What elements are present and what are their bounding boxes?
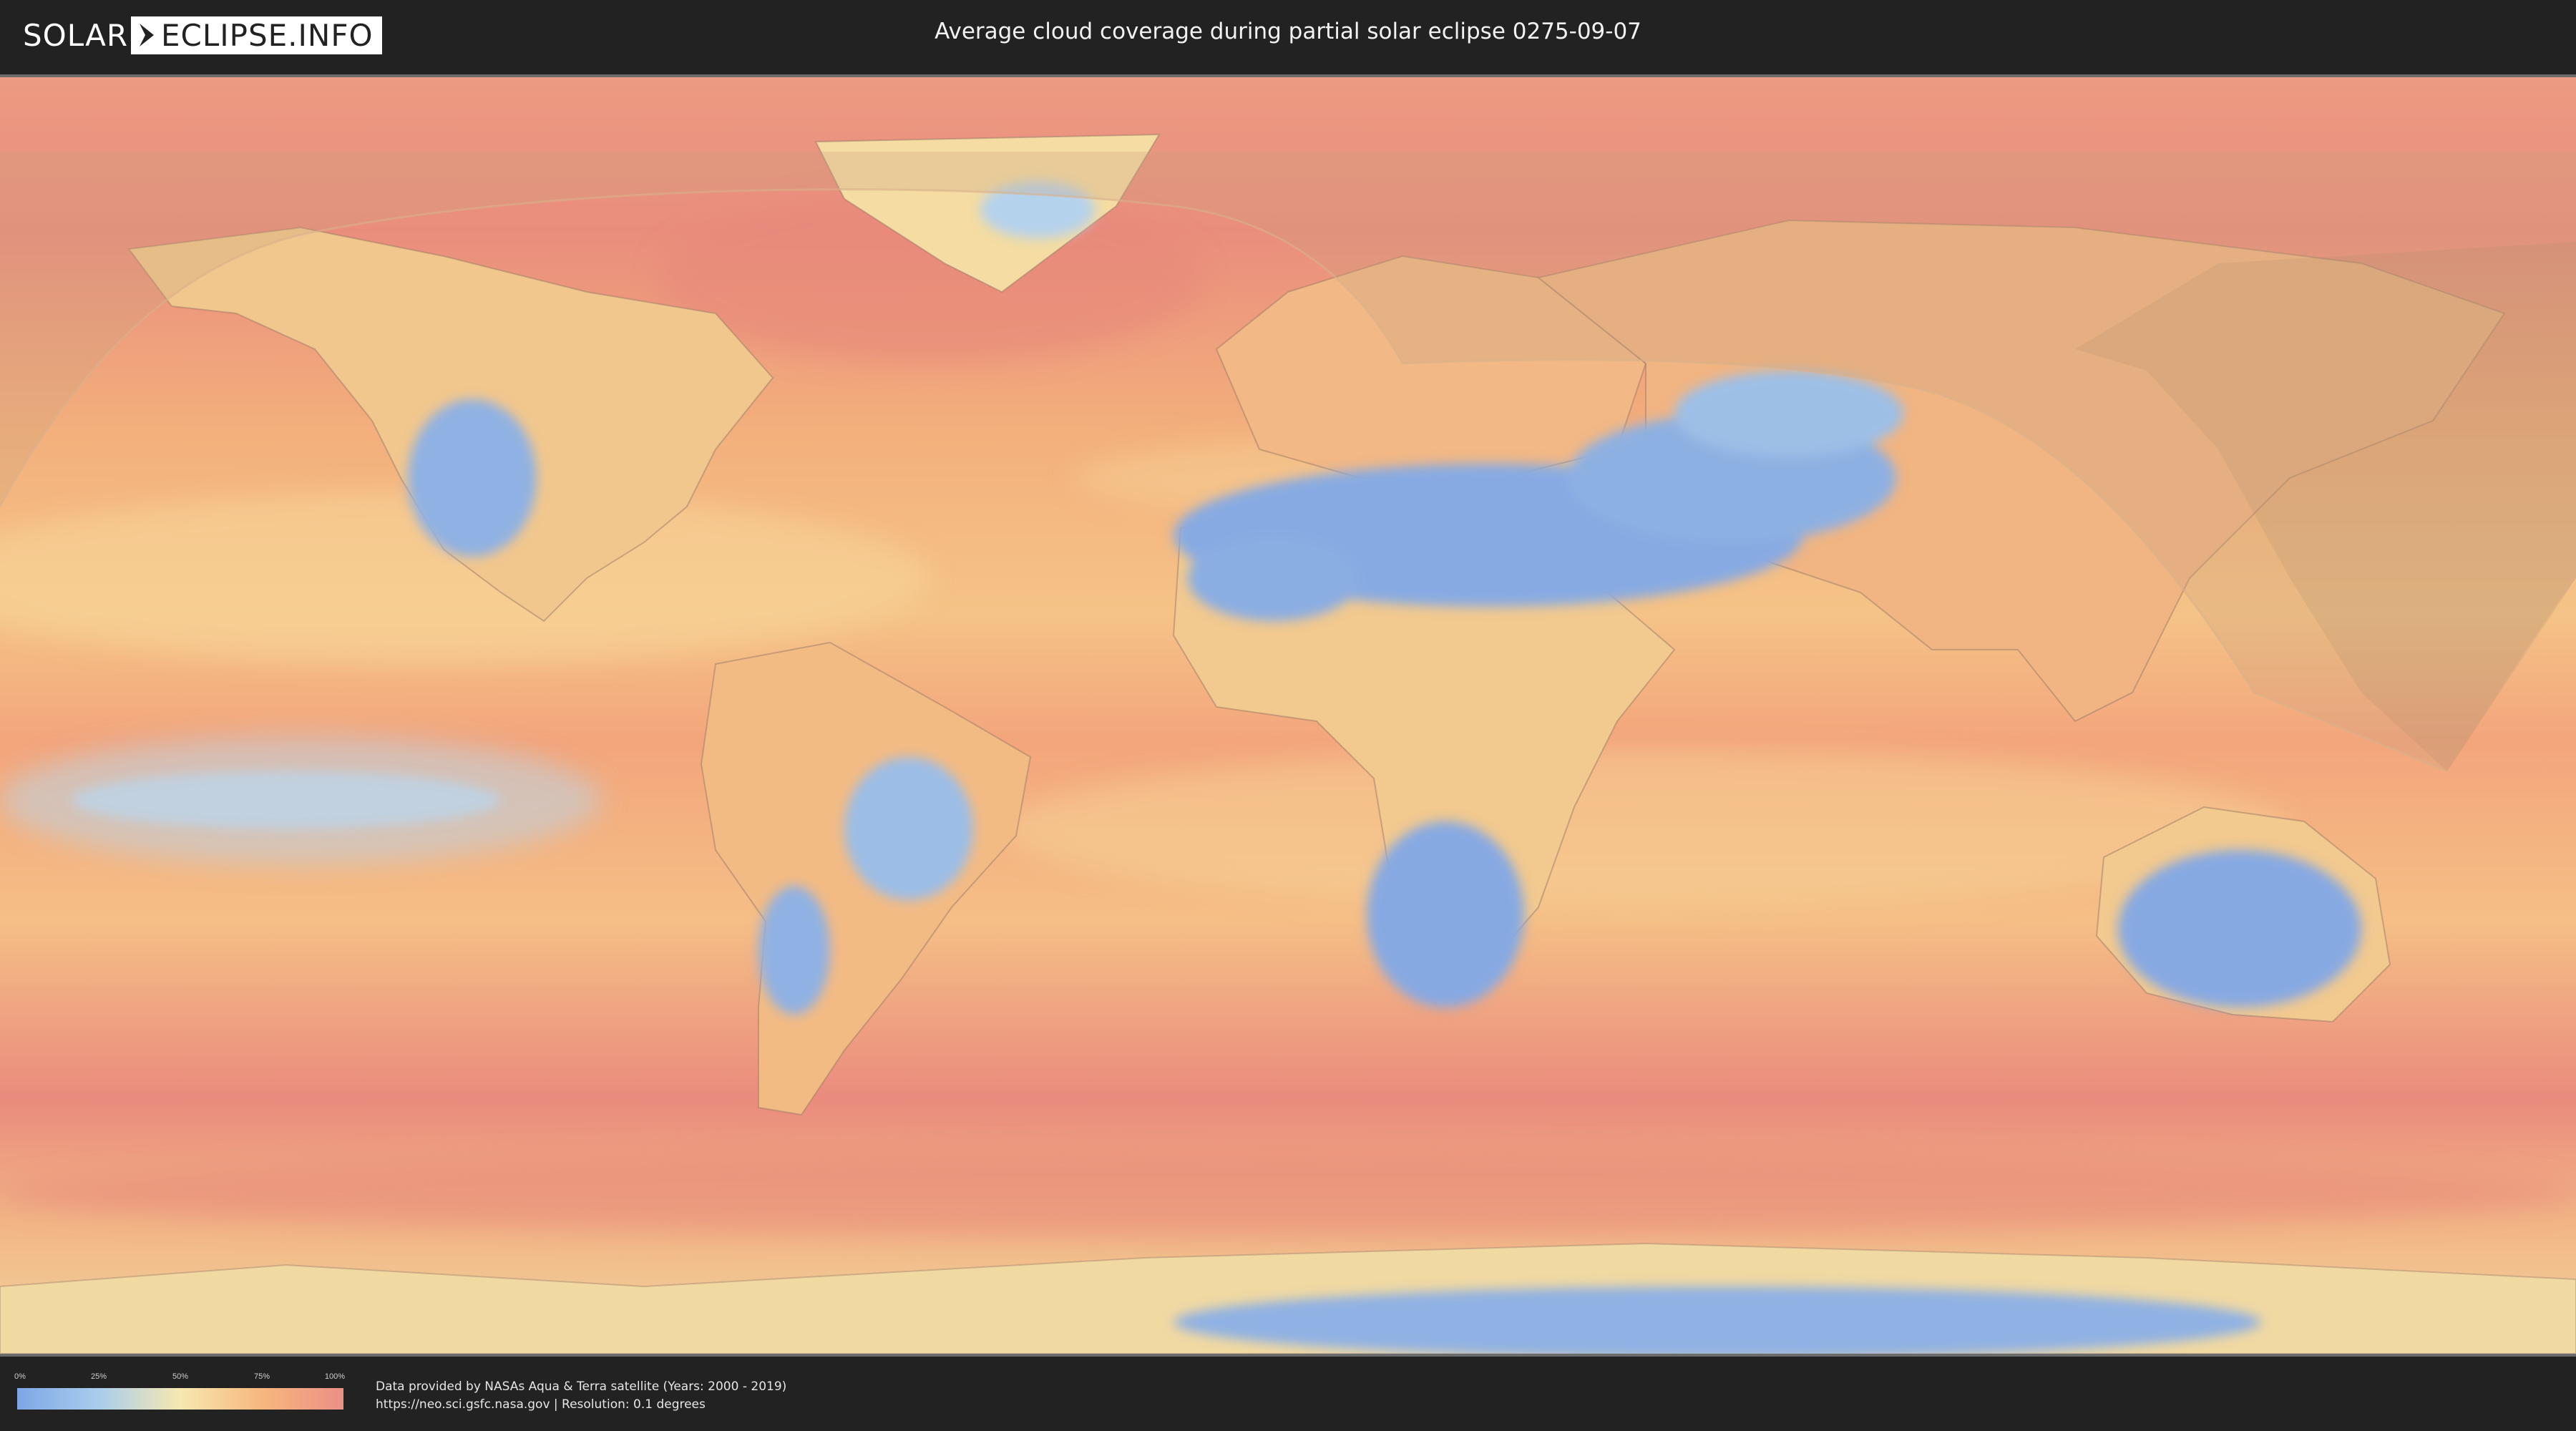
legend-tick-25: 25% [90,1372,107,1381]
legend-tick-100: 100% [324,1372,346,1381]
legend-ticks: 0% 25% 50% 75% 100% [14,1372,346,1384]
header-bar: SOLAR ECLIPSE.INFO Average cloud coverag… [0,0,2576,74]
legend-tick-50: 50% [172,1372,189,1381]
legend-tick-75: 75% [253,1372,270,1381]
legend-tick-0: 0% [14,1372,26,1381]
australia-clear-region [2118,850,2361,1007]
cloud-coverage-map[interactable] [0,74,2576,1357]
page-title: Average cloud coverage during partial so… [935,19,1641,44]
southwest-usa-clear-region [408,399,537,557]
credits-line-url[interactable]: https://neo.sci.gsfc.nasa.gov | Resoluti… [376,1396,786,1414]
footer-bar: 0% 25% 50% 75% 100% Data provided by NAS… [0,1357,2576,1431]
world-map-svg [0,77,2576,1354]
legend-color-bar [17,1388,343,1410]
cloud-coverage-legend: 0% 25% 50% 75% 100% [14,1372,346,1410]
data-credits: Data provided by NASAs Aqua & Terra sate… [376,1378,786,1414]
southern-africa-clear-region [1367,821,1524,1007]
credits-line-source: Data provided by NASAs Aqua & Terra sate… [376,1379,787,1394]
